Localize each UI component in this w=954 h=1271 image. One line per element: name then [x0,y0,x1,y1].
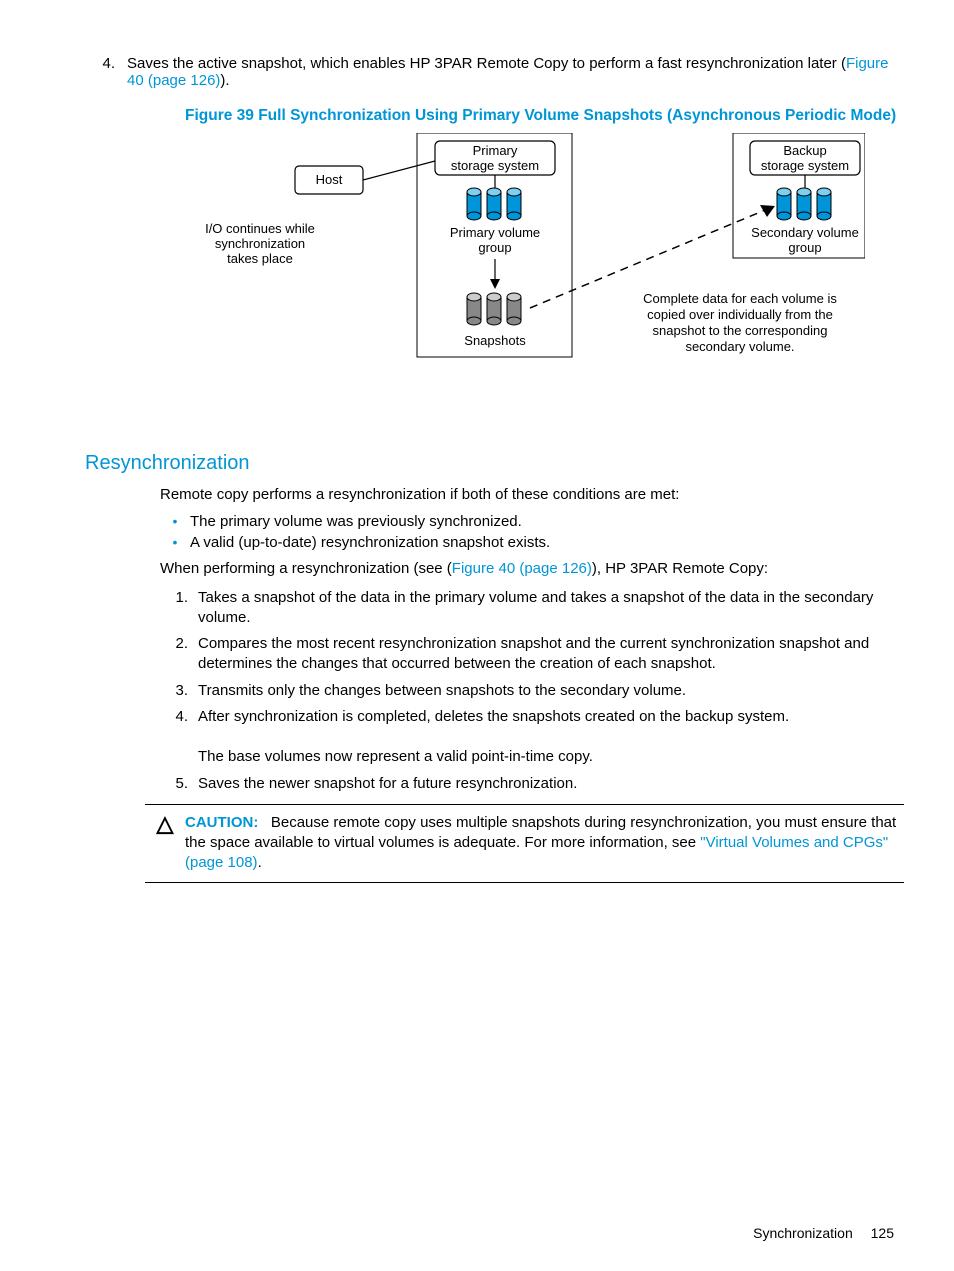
list-text: Compares the most recent resynchronizati… [198,634,904,675]
figure-39: Primary storage system Backup storage sy… [185,133,904,412]
footer-section: Synchronization [753,1225,853,1241]
text-fragment: ), HP 3PAR Remote Copy: [592,560,768,577]
caution-label: CAUTION: [185,814,258,831]
list-number: 2. [160,634,198,675]
side-note-3: takes place [227,251,293,266]
list-number: 5. [160,774,198,794]
page-number: 125 [871,1225,894,1241]
list-number: 1. [160,588,198,629]
list-number: 4. [85,55,127,89]
text-fragment: When performing a resynchronization (see… [160,560,452,577]
list-text: Transmits only the changes between snaps… [198,681,686,701]
paragraph: Remote copy performs a resynchronization… [160,485,904,505]
bullet-icon: • [160,513,190,530]
secondary-volume-icon [777,188,831,220]
list-text: Saves the active snapshot, which enables… [127,55,904,89]
primary-volume-icon [467,188,521,220]
figure-title: Figure 39 Full Synchronization Using Pri… [185,107,904,125]
text-fragment: Saves the active snapshot, which enables… [127,55,846,72]
paragraph: When performing a resynchronization (see… [160,559,904,579]
top-list-item: 4. Saves the active snapshot, which enab… [85,55,904,89]
section-heading-resync: Resynchronization [85,452,904,475]
bullet-text: A valid (up-to-date) resynchronization s… [190,534,550,551]
side-note-2: synchronization [215,236,305,251]
label-pvg-1: Primary volume [450,225,540,240]
fig-note-2: copied over individually from the [647,307,833,322]
fig-note-4: secondary volume. [685,339,794,354]
figure-link[interactable]: Figure 40 (page 126) [452,560,592,577]
label-backup-2: storage system [761,158,849,173]
label-svg-2: group [788,240,821,255]
page-footer: Synchronization 125 [753,1225,894,1241]
text-fragment: ). [220,72,229,89]
bullet-text: The primary volume was previously synchr… [190,513,522,530]
list-text: After synchronization is completed, dele… [198,707,789,768]
label-host: Host [316,172,343,187]
list-number: 4. [160,707,198,768]
text-fragment: . [258,854,262,871]
list-number: 3. [160,681,198,701]
snapshots-icon [467,293,521,325]
label-primary-1: Primary [473,143,518,158]
caution-block: △ CAUTION: Because remote copy uses mult… [145,804,904,883]
list-text: Saves the newer snapshot for a future re… [198,774,577,794]
text-fragment: The base volumes now represent a valid p… [198,748,593,765]
label-pvg-2: group [478,240,511,255]
caution-icon: △ [145,813,185,874]
list-text: Takes a snapshot of the data in the prim… [198,588,904,629]
side-note-1: I/O continues while [205,221,315,236]
bullet-list: •The primary volume was previously synch… [160,513,904,551]
numbered-list: 1.Takes a snapshot of the data in the pr… [160,588,904,794]
label-backup-1: Backup [783,143,826,158]
label-primary-2: storage system [451,158,539,173]
fig-note-1: Complete data for each volume is [643,291,837,306]
bullet-icon: • [160,534,190,551]
label-svg-1: Secondary volume [751,225,859,240]
figure-svg: Primary storage system Backup storage sy… [185,133,865,408]
label-snapshots: Snapshots [464,333,526,348]
caution-text: CAUTION: Because remote copy uses multip… [185,813,904,874]
fig-note-3: snapshot to the corresponding [653,323,828,338]
text-fragment: After synchronization is completed, dele… [198,708,789,725]
